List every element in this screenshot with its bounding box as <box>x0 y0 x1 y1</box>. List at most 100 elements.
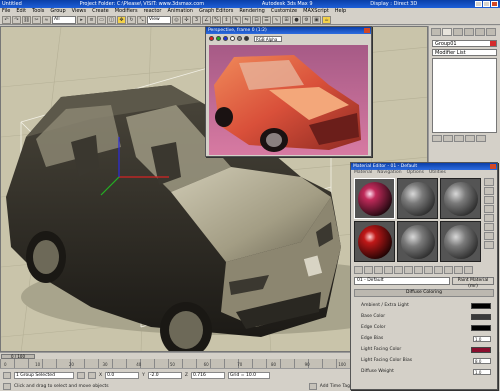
menu-material[interactable]: Material <box>354 170 372 176</box>
unlink-icon[interactable]: ✂ <box>32 15 41 24</box>
menu-utilities[interactable]: Utilities <box>429 170 446 176</box>
select-and-scale-icon[interactable]: ⤡ <box>137 15 146 24</box>
undo-icon[interactable]: ↶ <box>2 15 11 24</box>
remove-modifier-icon[interactable] <box>465 135 475 142</box>
render-window-close-button[interactable] <box>364 28 370 33</box>
select-by-material-icon[interactable] <box>484 241 494 249</box>
link-icon[interactable]: ⛓ <box>22 15 31 24</box>
diffuse-coloring-rollout[interactable]: Diffuse Coloring <box>354 289 494 297</box>
material-slot[interactable] <box>354 178 395 219</box>
render-setup-icon[interactable]: ⚙ <box>302 15 311 24</box>
menu-help[interactable]: Help <box>335 8 346 15</box>
select-manipulate-icon[interactable]: ✣ <box>182 15 191 24</box>
channel-dropdown[interactable]: RGB Alpha <box>254 35 282 42</box>
motion-tab-icon[interactable] <box>464 28 474 36</box>
make-unique-icon[interactable] <box>454 135 464 142</box>
z-coordinate-field[interactable]: 0.716 <box>190 371 225 379</box>
material-slot[interactable] <box>397 221 438 262</box>
menu-rendering[interactable]: Rendering <box>239 8 265 15</box>
material-name-field[interactable]: 01 - Default <box>354 277 450 285</box>
red-channel-icon[interactable] <box>209 36 214 41</box>
ref-coord-dropdown[interactable]: View <box>147 15 171 24</box>
curve-editor-icon[interactable]: ∿ <box>272 15 281 24</box>
redo-icon[interactable]: ↷ <box>12 15 21 24</box>
hierarchy-tab-icon[interactable] <box>453 28 463 36</box>
show-map-icon[interactable] <box>434 266 443 274</box>
quick-render-icon[interactable]: ☕ <box>322 15 331 24</box>
modifier-stack[interactable] <box>432 58 497 133</box>
y-coordinate-field[interactable]: -2.0 <box>147 371 182 379</box>
blue-channel-icon[interactable] <box>223 36 228 41</box>
selection-lock-icon[interactable] <box>77 371 85 379</box>
show-end-result-icon[interactable] <box>444 266 453 274</box>
light-facing-color-swatch[interactable] <box>471 346 491 353</box>
named-selection-icon[interactable]: ✎ <box>232 15 241 24</box>
material-slot[interactable] <box>397 178 438 219</box>
pin-stack-icon[interactable] <box>432 135 442 142</box>
schematic-view-icon[interactable]: ⊞ <box>282 15 291 24</box>
bind-space-warp-icon[interactable]: ≈ <box>42 15 51 24</box>
display-tab-icon[interactable] <box>475 28 485 36</box>
spinner-snap-icon[interactable]: ⇕ <box>222 15 231 24</box>
render-window-titlebar[interactable]: Perspective, frame 0 (1:2) <box>206 27 371 34</box>
menu-group[interactable]: Group <box>50 8 65 15</box>
menu-options[interactable]: Options <box>407 170 424 176</box>
angle-snap-icon[interactable]: ∠ <box>202 15 211 24</box>
edge-bias-spinner[interactable]: 1.0 <box>473 335 491 342</box>
close-button[interactable] <box>490 1 498 7</box>
maximize-button[interactable] <box>482 1 490 7</box>
alpha-channel-icon[interactable] <box>230 36 235 41</box>
light-facing-bias-spinner[interactable]: 8.0 <box>473 357 491 364</box>
object-color-swatch[interactable] <box>490 41 496 46</box>
make-copy-icon[interactable] <box>394 266 403 274</box>
menu-reactor[interactable]: reactor <box>144 8 162 15</box>
menu-modifiers[interactable]: Modifiers <box>115 8 138 15</box>
select-and-move-icon[interactable]: ✥ <box>117 15 126 24</box>
menu-create[interactable]: Create <box>92 8 109 15</box>
clear-icon[interactable] <box>244 36 249 41</box>
material-editor-titlebar[interactable]: Material Editor - 01 - Default <box>351 163 497 170</box>
material-options-icon[interactable] <box>484 232 494 240</box>
menu-views[interactable]: Views <box>72 8 86 15</box>
object-name-field[interactable]: Group01 <box>432 40 497 47</box>
maxscript-listener-icon[interactable] <box>3 371 11 379</box>
time-slider[interactable]: 0 / 100 <box>0 352 350 359</box>
menu-tools[interactable]: Tools <box>32 8 44 15</box>
get-material-icon[interactable] <box>354 266 363 274</box>
select-object-icon[interactable]: ▸ <box>77 15 86 24</box>
time-tag-icon[interactable] <box>308 382 317 390</box>
add-time-tag-button[interactable]: Add Time Tag <box>320 384 350 389</box>
put-to-library-icon[interactable] <box>414 266 423 274</box>
mirror-icon[interactable]: ⇋ <box>242 15 251 24</box>
video-color-check-icon[interactable] <box>484 214 494 222</box>
menu-edit[interactable]: Edit <box>16 8 26 15</box>
backlight-icon[interactable] <box>484 187 494 195</box>
select-by-name-icon[interactable]: ≡ <box>87 15 96 24</box>
modifier-list-dropdown[interactable]: Modifier List <box>432 49 497 56</box>
reset-map-icon[interactable] <box>384 266 393 274</box>
render-frame-icon[interactable]: ▣ <box>312 15 321 24</box>
material-editor-close-button[interactable] <box>490 164 496 169</box>
go-forward-sibling-icon[interactable] <box>464 266 473 274</box>
base-color-swatch[interactable] <box>471 313 491 320</box>
menu-graph-editors[interactable]: Graph Editors <box>199 8 233 15</box>
material-type-button[interactable]: Paint Material (mr) <box>452 277 494 289</box>
window-crossing-icon[interactable]: ◫ <box>107 15 116 24</box>
green-channel-icon[interactable] <box>216 36 221 41</box>
mono-icon[interactable] <box>237 36 242 41</box>
configure-modifier-sets-icon[interactable] <box>476 135 486 142</box>
material-slot[interactable] <box>440 178 481 219</box>
assign-to-selection-icon[interactable] <box>374 266 383 274</box>
utilities-tab-icon[interactable] <box>486 28 496 36</box>
put-to-scene-icon[interactable] <box>364 266 373 274</box>
uv-tiling-icon[interactable] <box>484 205 494 213</box>
material-effects-channel-icon[interactable] <box>424 266 433 274</box>
rect-selection-icon[interactable]: ▭ <box>97 15 106 24</box>
menu-navigation[interactable]: Navigation <box>377 170 401 176</box>
layer-manager-icon[interactable]: ☰ <box>262 15 271 24</box>
menu-customize[interactable]: Customize <box>271 8 297 15</box>
minimize-button[interactable] <box>474 1 482 7</box>
diffuse-weight-spinner[interactable]: 1.0 <box>473 368 491 375</box>
make-unique-icon[interactable] <box>404 266 413 274</box>
go-to-parent-icon[interactable] <box>454 266 463 274</box>
